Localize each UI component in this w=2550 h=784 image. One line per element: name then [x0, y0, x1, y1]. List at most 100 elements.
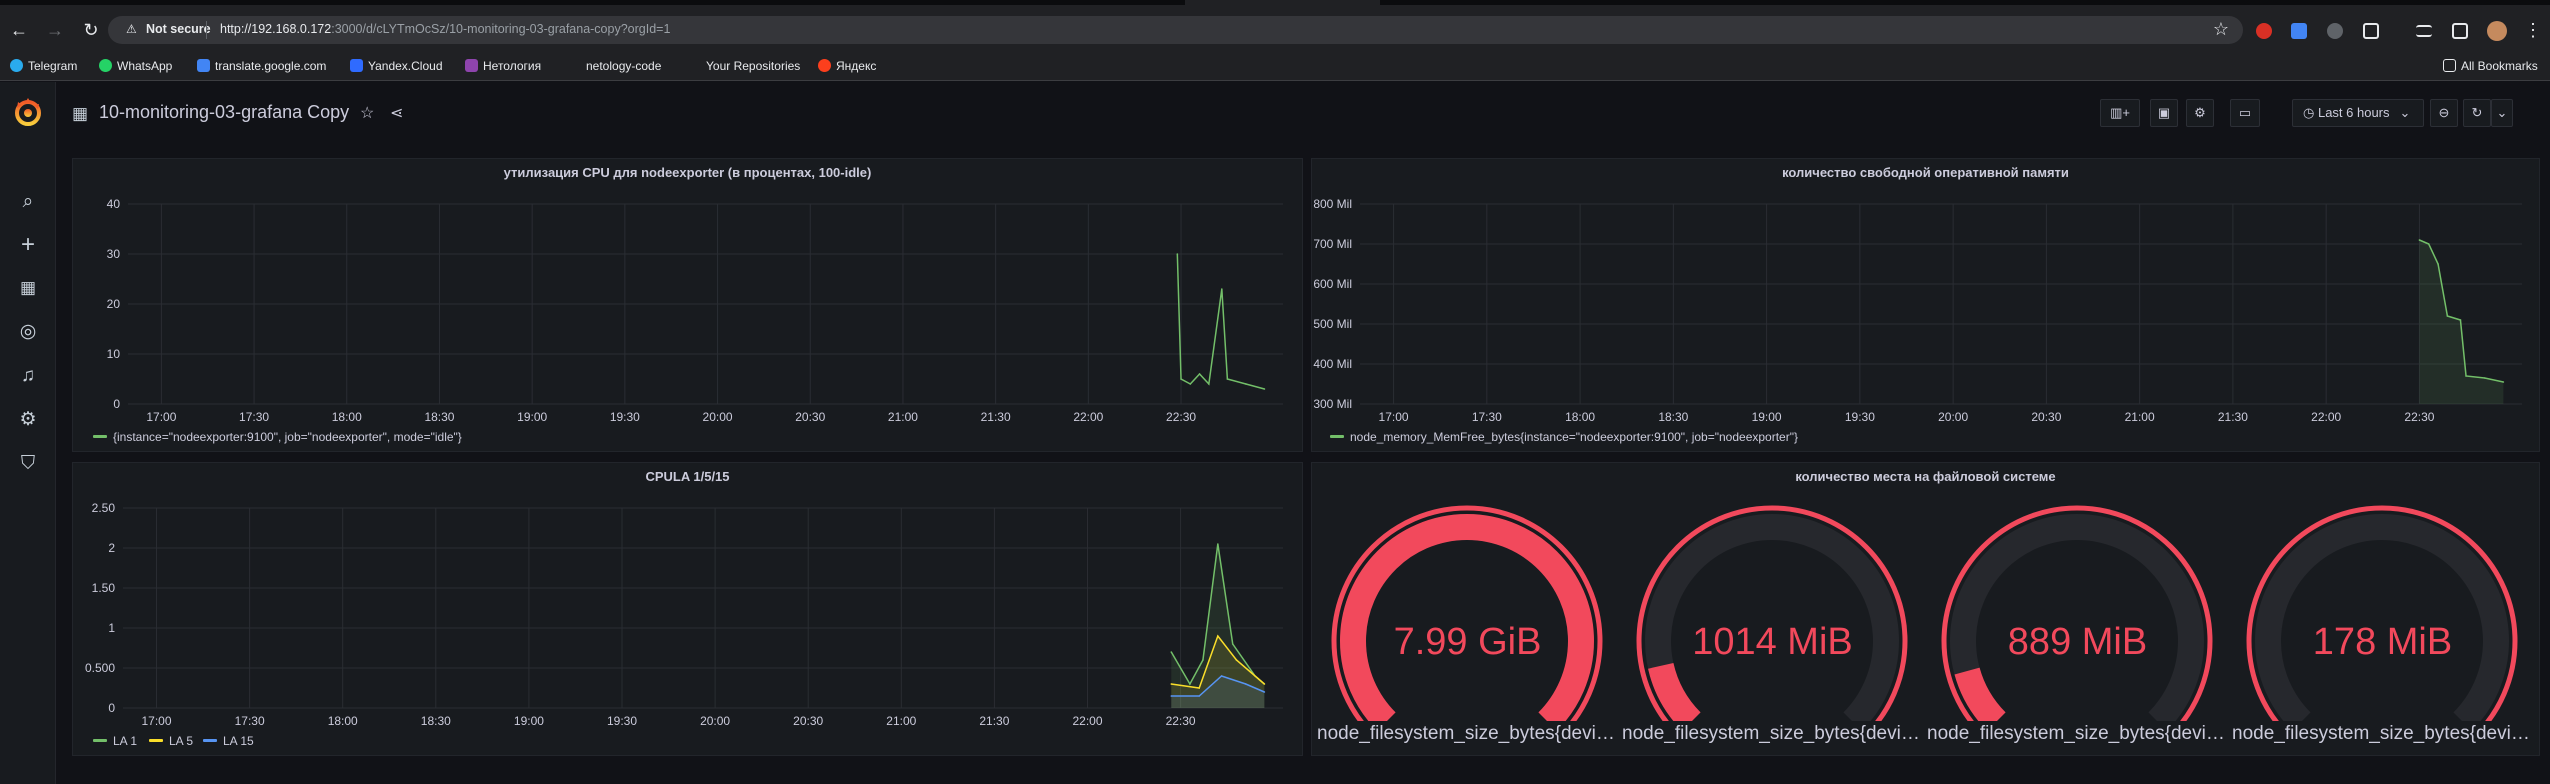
x-tick-label: 21:30: [2218, 410, 2248, 424]
x-tick-label: 22:00: [2311, 410, 2341, 424]
data-point: [1226, 378, 1229, 380]
y-tick-label: 600 Mil: [1313, 277, 1352, 291]
x-tick-label: 22:00: [1073, 410, 1103, 424]
bookmark-repositories[interactable]: Your Repositories: [688, 59, 800, 73]
gauge-label: node_filesystem_size_bytes{device="/dev/…: [1317, 723, 1617, 744]
back-icon[interactable]: ←: [8, 19, 30, 41]
data-point: [1170, 695, 1173, 697]
url-text[interactable]: http://192.168.0.172:3000/d/cLYTmOcSz/10…: [220, 22, 670, 36]
profile-avatar[interactable]: [2487, 21, 2507, 41]
x-tick-label: 19:30: [610, 410, 640, 424]
all-bookmarks[interactable]: All Bookmarks: [2443, 59, 2538, 73]
y-tick-label: 800 Mil: [1313, 197, 1352, 211]
explore-compass-icon[interactable]: ◎: [16, 320, 40, 344]
share-icon[interactable]: ⋖: [390, 103, 403, 123]
legend-swatch: [1330, 435, 1344, 438]
star-icon[interactable]: ☆: [360, 103, 374, 123]
side-panel-icon[interactable]: [2452, 23, 2468, 39]
dashboards-icon[interactable]: ▦: [16, 276, 40, 300]
x-tick-label: 17:00: [1379, 410, 1409, 424]
bookmark-whatsapp[interactable]: WhatsApp: [99, 59, 172, 73]
gauge-arc: [2246, 505, 2518, 721]
alerting-bell-icon[interactable]: ♫: [16, 364, 40, 388]
gauge-value: 7.99 GiB: [1393, 621, 1542, 663]
data-point: [1189, 383, 1192, 385]
legend-item-la1[interactable]: LA 1: [93, 734, 137, 748]
bookmarks-bar: Telegram WhatsApp translate.google.com Y…: [0, 53, 2550, 81]
panel-memory[interactable]: количество свободной оперативной памяти …: [1311, 158, 2540, 452]
bookmark-yandex-cloud[interactable]: Yandex.Cloud: [350, 59, 443, 73]
security-label[interactable]: Not secure: [146, 22, 211, 36]
reading-list-icon[interactable]: [2416, 25, 2432, 37]
tv-mode-button[interactable]: ▭: [2230, 99, 2260, 127]
menu-kebab-icon[interactable]: ⋮: [2522, 19, 2544, 41]
forward-icon[interactable]: →: [44, 19, 66, 41]
panel-cpu-la[interactable]: CPULA 1/5/15 0 0.500 1 1.50 2 2.50 17:00 17:30 1…: [72, 462, 1303, 756]
panel-cpu[interactable]: утилизация CPU для nodeexporter (в проце…: [72, 158, 1303, 452]
legend-label: node_memory_MemFree_bytes{instance="node…: [1350, 430, 1798, 444]
x-tick-label: 22:00: [1072, 714, 1102, 728]
y-tick-label: 300 Mil: [1313, 397, 1352, 411]
bookmark-netology-code[interactable]: netology-code: [568, 59, 661, 73]
chevron-down-icon: ⌄: [2399, 105, 2411, 120]
bookmark-translate[interactable]: translate.google.com: [197, 59, 326, 73]
legend-item-la5[interactable]: LA 5: [149, 734, 193, 748]
gauge-fill: [1954, 667, 2006, 721]
legend-item[interactable]: {instance="nodeexporter:9100", job="node…: [93, 430, 462, 444]
gauge-arc: [1331, 505, 1603, 721]
data-point: [1208, 383, 1210, 385]
x-tick-label: 19:30: [1845, 410, 1875, 424]
x-tick-label: 21:00: [888, 410, 918, 424]
data-point: [2427, 243, 2430, 245]
x-tick-label: 17:00: [141, 714, 171, 728]
data-point: [1170, 651, 1173, 653]
x-tick-label: 21:00: [2125, 410, 2155, 424]
data-point: [1231, 643, 1234, 645]
y-tick-label: 0: [108, 701, 115, 715]
refresh-interval-dropdown[interactable]: ⌄: [2491, 99, 2513, 127]
bookmark-star-icon[interactable]: ☆: [2213, 19, 2229, 40]
extension-icon[interactable]: [2256, 23, 2272, 39]
address-bar[interactable]: ⚠ Not secure http://192.168.0.172:3000/d…: [108, 16, 2243, 44]
grafana-sidebar: ⌕ + ▦ ◎ ♫ ⚙ ⛉: [0, 82, 56, 784]
x-tick-label: 17:30: [235, 714, 265, 728]
search-icon[interactable]: ⌕: [16, 190, 40, 214]
save-dashboard-button[interactable]: ▣: [2150, 99, 2178, 127]
data-point: [2502, 381, 2505, 383]
extension-icon[interactable]: [2327, 23, 2343, 39]
add-panel-button[interactable]: ▥+: [2100, 99, 2140, 127]
x-tick-label: 18:00: [328, 714, 358, 728]
dashboard-title[interactable]: 10-monitoring-03-grafana Copy: [99, 102, 349, 123]
bookmark-telegram[interactable]: Telegram: [10, 59, 77, 73]
gauge-arc: [1941, 505, 2213, 721]
x-tick-label: 20:00: [1938, 410, 1968, 424]
legend-item[interactable]: node_memory_MemFree_bytes{instance="node…: [1330, 430, 1798, 444]
extensions-puzzle-icon[interactable]: [2363, 23, 2379, 39]
data-point: [1235, 659, 1238, 661]
reload-icon[interactable]: ↻: [80, 19, 102, 41]
translate-extension-icon[interactable]: [2291, 23, 2307, 39]
y-tick-label: 2.50: [92, 501, 116, 515]
plus-icon[interactable]: +: [16, 233, 40, 257]
y-tick-label: 500 Mil: [1313, 317, 1352, 331]
bookmark-yandex[interactable]: Яндекс: [818, 59, 876, 73]
panel-filesystem[interactable]: количество места на файловой системе 7.9…: [1311, 462, 2540, 756]
x-tick-label: 20:00: [700, 714, 730, 728]
server-admin-shield-icon[interactable]: ⛉: [16, 452, 40, 476]
data-point: [2437, 263, 2439, 265]
refresh-button[interactable]: ↻: [2463, 99, 2491, 127]
y-tick-label: 30: [107, 247, 121, 261]
data-point: [1221, 288, 1223, 290]
zoom-out-button[interactable]: ⊖: [2430, 99, 2458, 127]
x-tick-label: 21:30: [979, 714, 1009, 728]
time-picker-button[interactable]: ◷ Last 6 hours ⌄: [2292, 99, 2424, 127]
dashboard-settings-button[interactable]: ⚙: [2186, 99, 2214, 127]
configuration-gear-icon[interactable]: ⚙: [16, 408, 40, 432]
grafana-logo-icon[interactable]: [12, 96, 44, 128]
legend-item-la15[interactable]: LA 15: [203, 734, 254, 748]
y-tick-label: 1: [108, 621, 115, 635]
data-point: [1263, 683, 1266, 685]
data-point: [2459, 319, 2462, 321]
bookmark-netology[interactable]: Нетология: [465, 59, 541, 73]
panel-title[interactable]: количество места на файловой системе: [1312, 469, 2539, 484]
